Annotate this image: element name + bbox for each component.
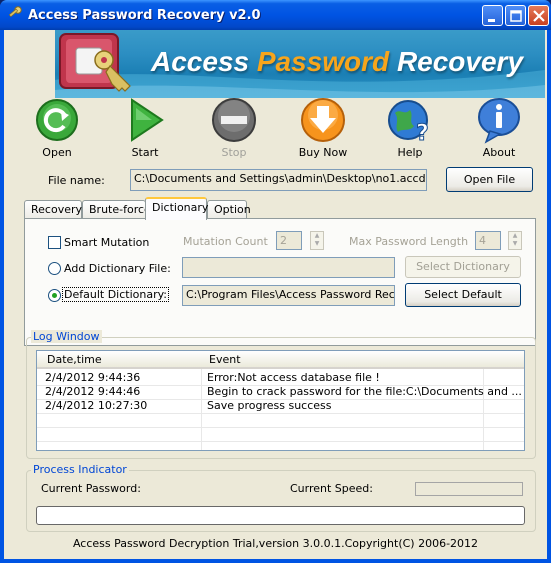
globe-question-icon: ? bbox=[388, 100, 429, 144]
default-dictionary-label: Default Dictionary: bbox=[61, 287, 170, 302]
open-toolbar-button[interactable]: Open bbox=[27, 96, 87, 159]
stop-icon bbox=[212, 98, 256, 142]
banner-title-word-3: Recovery bbox=[396, 46, 524, 77]
spin-down-icon: ▼ bbox=[512, 240, 518, 247]
spin-down-icon: ▼ bbox=[314, 240, 320, 247]
log-list[interactable]: Date,time Event 2/4/2012 9:44:36 Error:N… bbox=[36, 350, 525, 451]
minimize-button[interactable] bbox=[482, 5, 503, 26]
download-arrow-icon bbox=[301, 98, 345, 142]
file-name-field[interactable]: C:\Documents and Settings\admin\Desktop\… bbox=[130, 169, 427, 191]
row-gridline bbox=[37, 441, 524, 442]
default-dictionary-field[interactable]: C:\Program Files\Access Password Recover… bbox=[182, 285, 395, 306]
progress-bar bbox=[36, 506, 525, 525]
stop-toolbar-button[interactable]: Stop bbox=[204, 96, 264, 159]
status-bar-text: Access Password Decryption Trial,version… bbox=[72, 537, 479, 550]
max-password-length-spinner[interactable]: ▲ ▼ bbox=[508, 231, 522, 250]
buy-now-label: Buy Now bbox=[298, 146, 348, 159]
max-password-length-field[interactable]: 4 bbox=[475, 231, 501, 250]
smart-mutation-checkbox[interactable] bbox=[48, 236, 61, 249]
column-header-datetime[interactable]: Date,time bbox=[47, 353, 102, 366]
tab-brute-force[interactable]: Brute-force bbox=[82, 200, 151, 219]
log-window-title: Log Window bbox=[31, 330, 102, 343]
add-dictionary-label: Add Dictionary File: bbox=[64, 262, 171, 275]
close-button[interactable] bbox=[528, 5, 549, 26]
banner-title-word-2: Password bbox=[256, 46, 390, 77]
row-gridline bbox=[37, 427, 524, 428]
log-row[interactable]: 2/4/2012 9:44:36 Error:Not access databa… bbox=[37, 371, 524, 385]
minimize-icon bbox=[488, 19, 495, 22]
spin-up-icon: ▲ bbox=[314, 232, 320, 239]
title-bar[interactable]: Access Password Recovery v2.0 bbox=[0, 0, 551, 30]
close-icon bbox=[533, 10, 545, 22]
start-toolbar-button[interactable]: Start bbox=[115, 96, 175, 159]
current-speed-label: Current Speed: bbox=[290, 482, 373, 495]
row-gridline bbox=[37, 385, 524, 386]
play-icon bbox=[131, 98, 164, 142]
client-area: Access Password Recovery Open Start Stop… bbox=[4, 30, 547, 560]
lock-key-logo-icon bbox=[59, 33, 131, 92]
log-row[interactable]: 2/4/2012 10:27:30 Save progress success bbox=[37, 399, 524, 413]
open-file-button[interactable]: Open File bbox=[446, 167, 533, 192]
tab-dictionary[interactable]: Dictionary bbox=[145, 197, 208, 220]
open-icon bbox=[36, 99, 78, 141]
log-row-time: 2/4/2012 9:44:36 bbox=[45, 371, 141, 384]
mutation-count-spinner[interactable]: ▲ ▼ bbox=[310, 231, 324, 250]
spin-up-icon: ▲ bbox=[512, 232, 518, 239]
log-list-header: Date,time Event bbox=[37, 351, 524, 369]
file-name-label: File name: bbox=[48, 174, 105, 187]
maximize-button[interactable] bbox=[505, 5, 526, 26]
max-password-length-label: Max Password Length bbox=[349, 235, 469, 248]
banner-title: Access Password Recovery bbox=[151, 46, 523, 78]
log-row-time: 2/4/2012 9:44:46 bbox=[45, 385, 141, 398]
application-window: Access Password Recovery v2.0 Access Pas… bbox=[0, 0, 551, 563]
about-toolbar-button[interactable]: About bbox=[469, 96, 529, 159]
log-row-time: 2/4/2012 10:27:30 bbox=[45, 399, 148, 412]
info-bubble-icon bbox=[478, 98, 520, 144]
mutation-count-label: Mutation Count bbox=[183, 235, 268, 248]
maximize-icon bbox=[510, 10, 522, 22]
row-gridline bbox=[37, 413, 524, 414]
row-gridline bbox=[37, 399, 524, 400]
add-dictionary-radio[interactable] bbox=[48, 262, 61, 275]
open-label: Open bbox=[42, 146, 72, 159]
help-label: Help bbox=[397, 146, 423, 159]
smart-mutation-label: Smart Mutation bbox=[64, 236, 150, 249]
tab-option[interactable]: Option bbox=[207, 200, 251, 219]
current-speed-box bbox=[415, 482, 523, 496]
tab-recovery[interactable]: Recovery bbox=[24, 200, 82, 219]
select-default-button[interactable]: Select Default bbox=[405, 283, 521, 307]
stop-label: Stop bbox=[221, 146, 247, 159]
current-password-label: Current Password: bbox=[41, 482, 141, 495]
log-row[interactable]: 2/4/2012 9:44:46 Begin to crack password… bbox=[37, 385, 524, 399]
buy-now-toolbar-button[interactable]: Buy Now bbox=[293, 96, 353, 159]
about-label: About bbox=[482, 146, 516, 159]
process-indicator-title: Process Indicator bbox=[31, 463, 129, 476]
key-app-icon bbox=[8, 6, 22, 18]
help-toolbar-button[interactable]: ? Help bbox=[380, 96, 440, 159]
column-header-event[interactable]: Event bbox=[209, 353, 241, 366]
select-dictionary-button[interactable]: Select Dictionary bbox=[405, 256, 521, 278]
log-row-event: Error:Not access database file ! bbox=[207, 371, 380, 384]
window-bottom-frame bbox=[0, 559, 551, 563]
add-dictionary-field[interactable] bbox=[182, 257, 395, 278]
start-label: Start bbox=[131, 146, 159, 159]
window-title: Access Password Recovery v2.0 bbox=[28, 8, 261, 23]
log-row-event: Begin to crack password for the file:C:\… bbox=[207, 385, 522, 398]
default-dictionary-radio[interactable] bbox=[48, 289, 61, 302]
banner-title-word-1: Access bbox=[151, 46, 250, 77]
mutation-count-field[interactable]: 2 bbox=[276, 231, 302, 250]
svg-text:?: ? bbox=[416, 121, 429, 144]
log-row-event: Save progress success bbox=[207, 399, 332, 412]
